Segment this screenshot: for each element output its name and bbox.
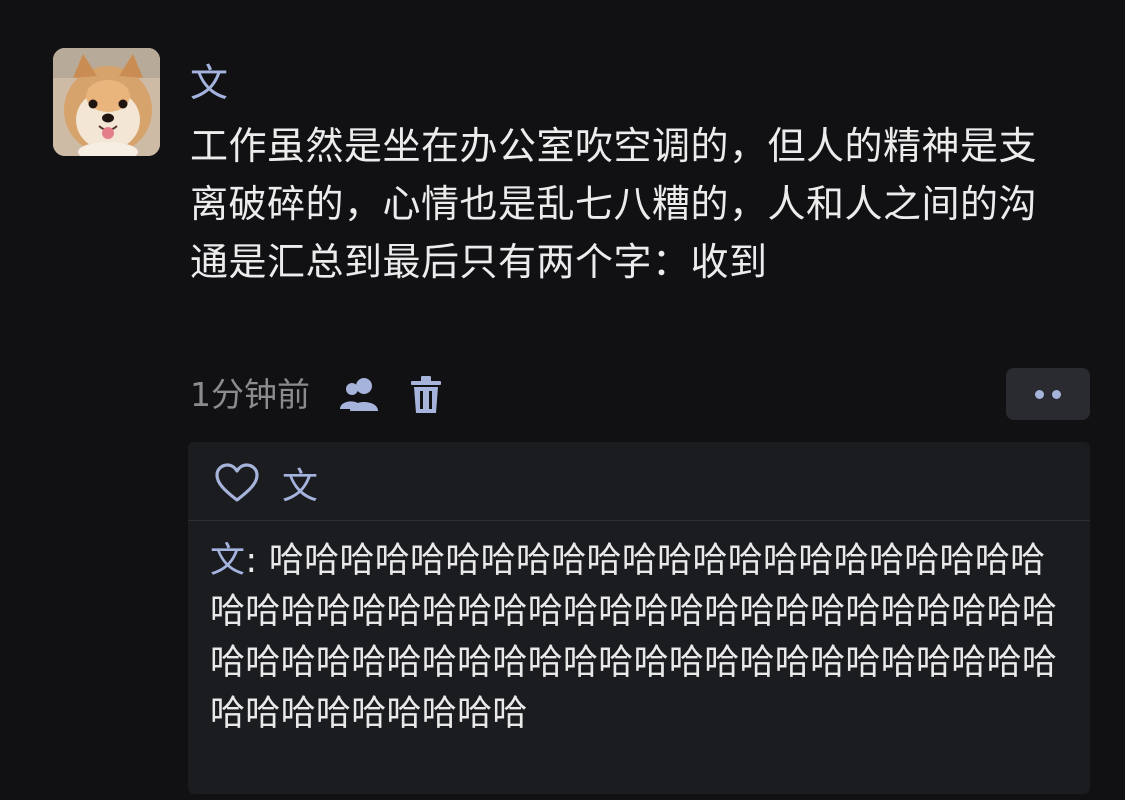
post-content: 工作虽然是坐在办公室吹空调的，但人的精神是支离破碎的，心情也是乱七八糟的，人和人… — [190, 124, 1038, 284]
shiba-dog-avatar-icon — [53, 48, 160, 156]
post-meta-row: 1分钟前 — [190, 368, 444, 422]
more-dots-icon — [1035, 389, 1044, 399]
comment-separator: : — [245, 541, 269, 581]
comment-item[interactable]: 文: 哈哈哈哈哈哈哈哈哈哈哈哈哈哈哈哈哈哈哈哈哈哈哈哈哈哈哈哈哈哈哈哈哈哈哈哈哈… — [210, 536, 1078, 740]
likes-comments-panel: 文 文: 哈哈哈哈哈哈哈哈哈哈哈哈哈哈哈哈哈哈哈哈哈哈哈哈哈哈哈哈哈哈哈哈哈哈哈… — [188, 442, 1090, 794]
trash-icon[interactable] — [408, 373, 444, 417]
panel-divider — [188, 520, 1090, 521]
avatar[interactable] — [53, 48, 160, 156]
comment-author[interactable]: 文 — [210, 541, 245, 581]
post-timestamp: 1分钟前 — [190, 375, 310, 414]
likes-row: 文 — [214, 456, 318, 510]
like-user-name[interactable]: 文 — [282, 457, 318, 509]
more-dots-icon — [1052, 389, 1061, 399]
user-icon[interactable] — [338, 373, 382, 417]
post-author-name[interactable]: 文 — [190, 58, 228, 108]
comment-text: 哈哈哈哈哈哈哈哈哈哈哈哈哈哈哈哈哈哈哈哈哈哈哈哈哈哈哈哈哈哈哈哈哈哈哈哈哈哈哈哈… — [210, 541, 1058, 734]
more-options-button[interactable] — [1006, 368, 1090, 420]
heart-icon[interactable] — [214, 462, 260, 504]
